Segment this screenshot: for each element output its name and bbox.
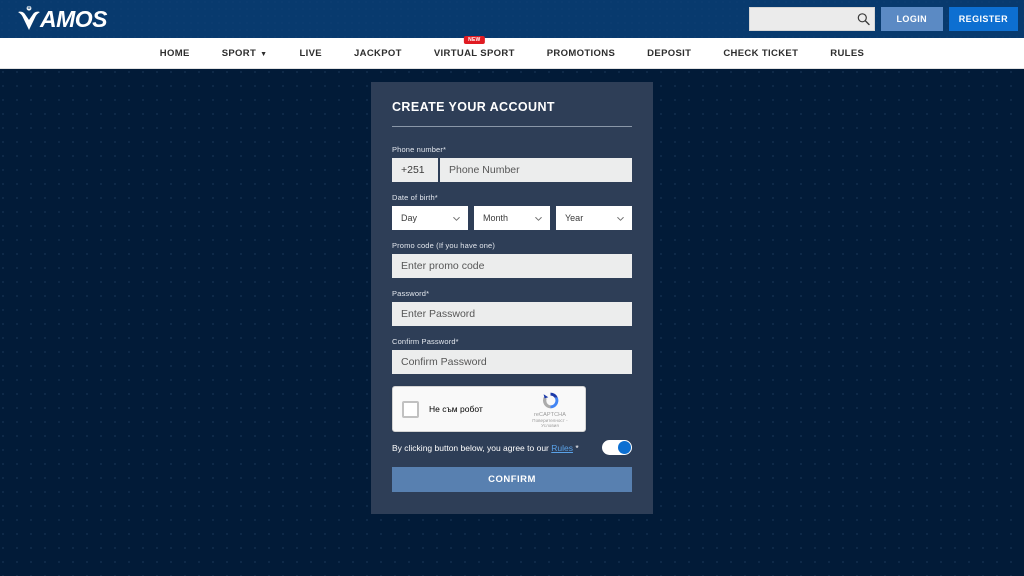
page-body: CREATE YOUR ACCOUNT Phone number* +251 D… (0, 69, 1024, 576)
password-input[interactable] (392, 302, 632, 326)
country-code-prefix[interactable]: +251 (392, 158, 438, 182)
phone-field-group: Phone number* +251 (392, 145, 632, 182)
dob-month-value: Month (483, 213, 509, 223)
nav-item-promotions[interactable]: PROMOTIONS (531, 38, 631, 69)
recaptcha-branding: reCAPTCHA Поверителност - Условия (524, 390, 576, 428)
nav-item-rules[interactable]: RULES (814, 38, 880, 69)
terms-text-before: By clicking button below, you agree to o… (392, 442, 552, 453)
registration-form-panel: CREATE YOUR ACCOUNT Phone number* +251 D… (371, 82, 653, 514)
login-button[interactable]: LOGIN (880, 7, 943, 31)
header-actions: LOGIN REGISTER (748, 7, 1018, 31)
nav-label: SPORT (221, 47, 257, 59)
phone-input[interactable] (440, 158, 632, 182)
nav-label: HOME (159, 47, 190, 59)
terms-text: By clicking button below, you agree to o… (392, 443, 579, 453)
main-navigation: HOME SPORT ▼ LIVE JACKPOT NEW VIRTUAL SP… (0, 35, 1024, 69)
logo-text: AMOS (40, 5, 108, 32)
confirm-password-label: Confirm Password* (392, 337, 459, 346)
promo-label: Promo code (If you have one) (392, 241, 496, 250)
site-header: AMOS LOGIN REGISTER (0, 0, 1024, 38)
phone-label: Phone number* (392, 145, 447, 154)
chevron-down-icon (617, 215, 624, 222)
terms-agree-toggle[interactable] (602, 440, 632, 455)
chevron-down-icon (535, 215, 542, 222)
nav-item-sport[interactable]: SPORT ▼ (206, 38, 284, 69)
dob-day-select[interactable]: Day (392, 206, 468, 230)
dob-label: Date of birth* (392, 193, 438, 202)
recaptcha-checkbox[interactable] (402, 400, 419, 418)
toggle-knob (618, 441, 631, 454)
recaptcha-logo-icon (540, 390, 561, 411)
rules-link[interactable]: Rules (551, 443, 573, 453)
confirm-password-field-group: Confirm Password* (392, 337, 632, 374)
recaptcha-label: Не съм робот (429, 404, 483, 414)
terms-required-star: * (572, 442, 579, 453)
dob-field-group: Date of birth* Day Month Year (392, 193, 632, 230)
confirm-button[interactable]: CONFIRM (392, 467, 632, 492)
promo-field-group: Promo code (If you have one) (392, 241, 632, 278)
dob-select-row: Day Month Year (392, 206, 632, 230)
nav-label: PROMOTIONS (546, 47, 616, 59)
recaptcha-widget[interactable]: Не съм робот reCAPTCHA Поверителност - У… (392, 386, 586, 432)
phone-input-row: +251 (392, 158, 632, 182)
nav-label: CHECK TICKET (723, 47, 799, 59)
nav-label: RULES (830, 47, 865, 59)
nav-item-live[interactable]: LIVE (283, 38, 338, 69)
nav-label: LIVE (299, 47, 322, 59)
register-button[interactable]: REGISTER (948, 7, 1018, 31)
terms-agreement-row: By clicking button below, you agree to o… (392, 440, 632, 455)
nav-label: VIRTUAL SPORT (433, 47, 515, 59)
dob-day-value: Day (401, 213, 418, 223)
nav-label: DEPOSIT (647, 47, 692, 59)
confirm-password-input[interactable] (392, 350, 632, 374)
page-title: CREATE YOUR ACCOUNT (392, 100, 555, 114)
nav-item-deposit[interactable]: DEPOSIT (631, 38, 707, 69)
vamos-person-ball-logo-icon (14, 4, 44, 34)
chevron-down-icon: ▼ (260, 50, 268, 58)
search-input[interactable] (748, 7, 875, 31)
recaptcha-terms-text: Поверителност - Условия (532, 418, 568, 428)
dob-year-value: Year (565, 213, 584, 223)
nav-label: JACKPOT (353, 47, 402, 59)
nav-item-home[interactable]: HOME (144, 38, 206, 69)
title-divider (392, 126, 632, 127)
search-box[interactable] (748, 7, 875, 31)
new-badge: NEW (464, 35, 485, 44)
password-field-group: Password* (392, 289, 632, 326)
nav-item-jackpot[interactable]: JACKPOT (338, 38, 418, 69)
dob-year-select[interactable]: Year (556, 206, 632, 230)
nav-item-check-ticket[interactable]: CHECK TICKET (707, 38, 814, 69)
site-logo[interactable]: AMOS (14, 0, 108, 38)
password-label: Password* (392, 289, 430, 298)
chevron-down-icon (453, 215, 460, 222)
nav-item-virtual-sport[interactable]: NEW VIRTUAL SPORT (418, 35, 531, 69)
dob-month-select[interactable]: Month (474, 206, 550, 230)
promo-code-input[interactable] (392, 254, 632, 278)
